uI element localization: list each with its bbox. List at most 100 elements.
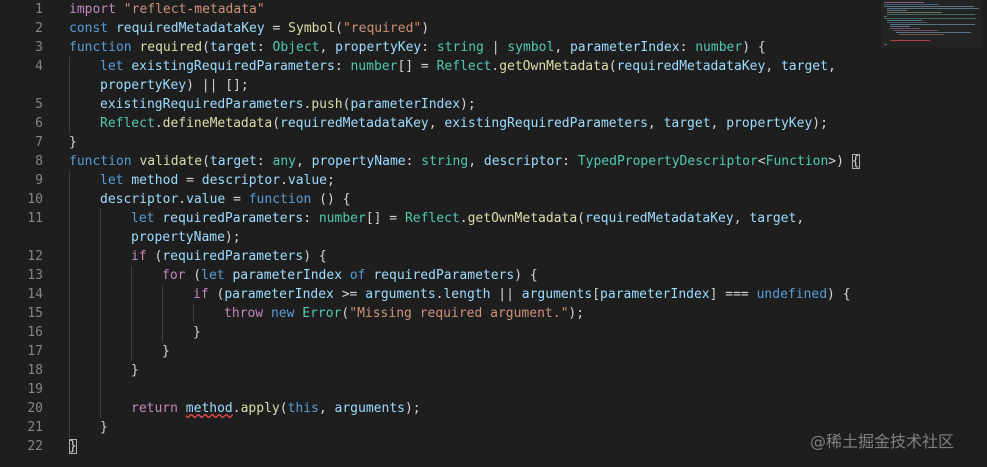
code-line[interactable]: 12 if (requiredParameters) { (0, 247, 880, 266)
line-number: 15 (27, 306, 43, 321)
code-line[interactable]: 4 let existingRequiredParameters: number[… (0, 57, 880, 76)
code-line[interactable]: 13 for (let parameterIndex of requiredPar… (0, 266, 880, 285)
line-number: 9 (35, 173, 43, 188)
line-number: 14 (27, 287, 43, 302)
code-text: if (requiredParameters) { (131, 247, 327, 266)
indent-guide (162, 285, 163, 304)
code-token: existingRequiredParameters (100, 97, 304, 112)
code-token: new (270, 306, 295, 321)
code-token: defineMetadata (162, 116, 273, 131)
code-line[interactable]: 7} (0, 133, 880, 152)
indent-guide (100, 228, 101, 247)
code-token: of (349, 268, 366, 283)
code-text: descriptor.value = function () { (100, 190, 351, 209)
indent-guide (100, 285, 101, 304)
line-number: 5 (35, 97, 43, 112)
code-token: requiredParameters (373, 268, 515, 283)
code-line[interactable]: propertyName); (0, 228, 880, 247)
code-line[interactable]: 6 Reflect.defineMetadata(requiredMetadata… (0, 114, 880, 133)
code-line[interactable]: 15 throw new Error("Missing required argu… (0, 304, 880, 323)
code-line[interactable]: 18} (0, 361, 880, 380)
code-line[interactable]: 21} (0, 418, 880, 437)
code-token: requiredParameters (162, 249, 304, 264)
code-line[interactable]: 3 function required(target: Object, prope… (0, 38, 880, 57)
code-token: target (780, 59, 828, 74)
code-line[interactable]: 11 let requiredParameters: number[] = Ref… (0, 209, 880, 228)
code-token: } (100, 420, 108, 435)
code-line[interactable]: 10 descriptor.value = function () { (0, 190, 880, 209)
line-number: 3 (35, 40, 43, 55)
code-token: requiredMetadataKey (280, 116, 429, 131)
indent-guide (69, 304, 70, 323)
code-line[interactable]: 2 const requiredMetadataKey = Symbol("req… (0, 19, 880, 38)
code-token: function (69, 40, 132, 55)
code-token: , (428, 116, 445, 131)
code-text: function validate(target: any, propertyN… (69, 152, 860, 171)
indent-guide (162, 304, 163, 323)
indent-guide (69, 57, 70, 76)
code-line[interactable]: 8 function validate(target: any, property… (0, 152, 880, 171)
code-token: target (209, 154, 257, 169)
code-token: requiredMetadataKey (115, 21, 265, 36)
code-line[interactable]: 16} (0, 323, 880, 342)
indent-guide (69, 361, 70, 380)
code-text: } (69, 133, 77, 152)
line-number: 11 (27, 211, 43, 226)
indent-guide (69, 95, 70, 114)
code-token: = (178, 173, 202, 188)
code-token: required (139, 40, 203, 55)
code-line[interactable]: 1 import "reflect-metadata" (0, 0, 880, 19)
code-token: : (405, 154, 422, 169)
code-line[interactable]: 5 existingRequiredParameters.push(paramet… (0, 95, 880, 114)
code-token: . (280, 173, 288, 188)
code-token: >) (828, 154, 852, 169)
code-line[interactable]: 17} (0, 342, 880, 361)
code-line[interactable]: 14 if (parameterIndex >= arguments.length… (0, 285, 880, 304)
code-token: target (209, 40, 257, 55)
code-token: parameterIndex (600, 287, 710, 302)
code-token: : (421, 40, 437, 55)
line-number: 22 (27, 439, 43, 454)
indent-guide (100, 304, 101, 323)
indent-guide (131, 304, 132, 323)
code-token: : (679, 40, 696, 55)
indent-guide (69, 323, 70, 342)
indent-guide (69, 266, 70, 285)
code-line[interactable]: 22} (0, 437, 880, 456)
code-token: } (69, 135, 77, 150)
code-line[interactable]: propertyKey) || []; (0, 76, 880, 95)
code-line[interactable]: 20 return method.apply(this, arguments); (0, 399, 880, 418)
code-token: . (154, 116, 163, 131)
code-token: ( (185, 268, 202, 283)
code-text: } (193, 323, 201, 342)
code-text: existingRequiredParameters.push(paramete… (100, 95, 476, 114)
code-token: , (319, 40, 336, 55)
indent-guide (100, 323, 101, 342)
watermark-text: @稀土掘金技术社区 (810, 432, 955, 451)
code-token: , (468, 154, 484, 169)
code-line[interactable]: 19 (0, 380, 880, 399)
line-number: 20 (27, 401, 43, 416)
code-token: } (162, 344, 170, 359)
code-token: ) || []; (186, 78, 249, 93)
code-text: let method = descriptor.value; (100, 171, 335, 190)
code-token: if (193, 287, 209, 302)
code-token: ( (202, 40, 210, 55)
code-token: number (695, 40, 743, 55)
indent-guide (69, 114, 70, 133)
minimap-slider[interactable] (881, 0, 981, 48)
code-editor[interactable]: 1 import "reflect-metadata" 2 const require… (0, 0, 987, 467)
code-token: let (100, 173, 124, 188)
line-number: 21 (27, 420, 43, 435)
code-token: Reflect (100, 116, 155, 131)
line-number: 6 (35, 116, 43, 131)
code-token: ); (568, 306, 585, 321)
code-token: propertyKey (335, 40, 422, 55)
code-line[interactable]: 9 let method = descriptor.value; (0, 171, 880, 190)
code-token: TypedPropertyDescriptor (577, 154, 758, 169)
code-token: . (459, 211, 468, 226)
code-token: length (443, 287, 491, 302)
